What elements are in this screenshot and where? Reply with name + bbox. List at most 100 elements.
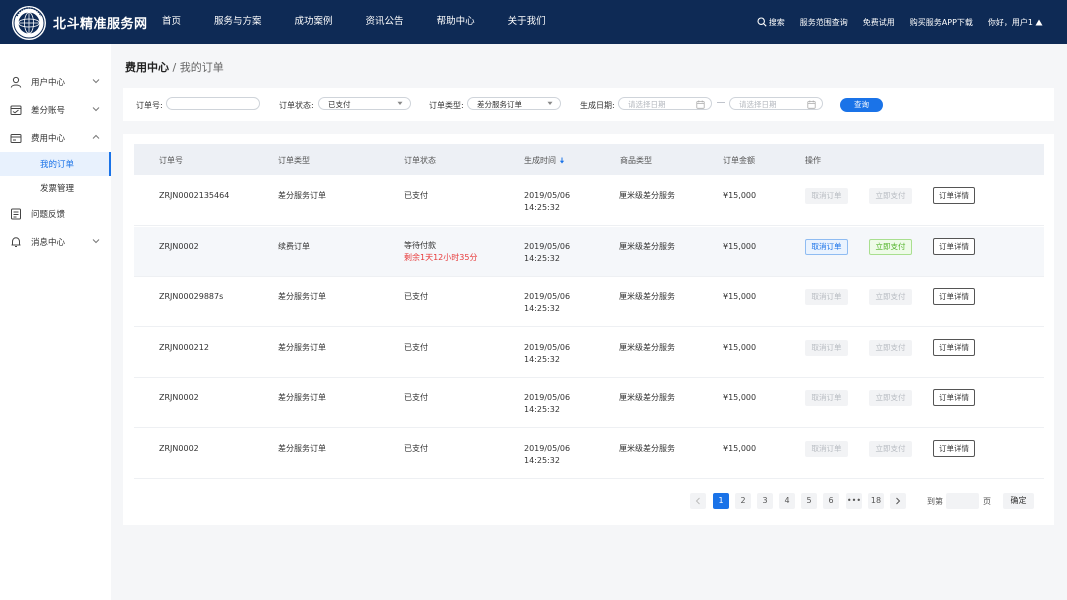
order-status-text: 已支付 (404, 393, 428, 402)
sidebar-item-fee-center[interactable]: 费用中心 (0, 124, 111, 152)
cell-order-type: 续费订单 (278, 241, 310, 251)
order-no-label: 订单号: (136, 101, 163, 110)
cell-amount: ¥15,000 (723, 393, 757, 402)
app-download-link[interactable]: 购买服务APP下载 (910, 17, 973, 28)
user-menu[interactable]: 你好，用户1 (988, 17, 1045, 28)
sidebar-item-message-center[interactable]: 消息中心 (0, 228, 111, 256)
sidebar-item-diff-account[interactable]: 差分账号 (0, 96, 111, 124)
page-button[interactable]: 5 (801, 493, 817, 509)
header-actions: 搜索 服务范围查询 免费试用 购买服务APP下载 你好，用户1 (742, 0, 1045, 44)
cell-product-type: 厘米级差分服务 (619, 342, 675, 352)
goto-page-input[interactable] (946, 493, 979, 509)
service-query-link[interactable]: 服务范围查询 (800, 17, 848, 28)
pay-now-button[interactable]: 立即支付 (869, 390, 912, 406)
cancel-order-button[interactable]: 取消订单 (805, 188, 848, 204)
header-order-status: 订单状态 (404, 156, 436, 165)
nav-help[interactable]: 帮助中心 (425, 0, 487, 44)
cell-order-status: 已支付 (404, 392, 428, 404)
nav-home[interactable]: 首页 (150, 0, 193, 44)
goto-confirm-button[interactable]: 确定 (1003, 493, 1034, 509)
cell-order-status: 已支付 (404, 342, 428, 354)
header-order-no: 订单号 (159, 156, 183, 165)
start-date-placeholder: 请选择日期 (628, 100, 666, 109)
order-detail-button[interactable]: 订单详情 (933, 237, 975, 255)
free-trial-link[interactable]: 免费试用 (863, 17, 895, 28)
sidebar-item-feedback[interactable]: 问题反馈 (0, 200, 111, 228)
query-button[interactable]: 查询 (840, 98, 883, 112)
nav-cases[interactable]: 成功案例 (283, 0, 345, 44)
cell-created-time: 2019/05/06 14:25:32 (524, 241, 570, 265)
order-detail-button[interactable]: 订单详情 (933, 338, 975, 356)
order-detail-button[interactable]: 订单详情 (933, 187, 975, 204)
order-status-text: 已支付 (404, 191, 428, 200)
prev-page-button[interactable] (690, 493, 706, 509)
page-button[interactable]: 2 (735, 493, 751, 509)
pay-now-button[interactable]: 立即支付 (869, 188, 912, 204)
cell-order-type: 差分服务订单 (278, 191, 326, 200)
pay-now-button[interactable]: 立即支付 (869, 289, 912, 305)
cell-order-status: 已支付 (404, 443, 428, 455)
sidebar-subitem-my-orders[interactable]: 我的订单 (0, 152, 111, 176)
pay-now-button[interactable]: 立即支付 (869, 440, 912, 457)
page-ellipsis[interactable]: ••• (846, 493, 862, 509)
table-row: ZRJN0002 差分服务订单 已支付 2019/05/06 14:25:32 厘米级差分… (134, 429, 1044, 479)
end-date-input[interactable]: 请选择日期 (729, 97, 823, 110)
cancel-order-button[interactable]: 取消订单 (805, 339, 848, 356)
orders-table-panel: 订单号 订单类型 订单状态 生成时间 商品类型 订单金额 操作 ZRJN0002… (123, 134, 1054, 525)
nav-about[interactable]: 关于我们 (496, 0, 558, 44)
created-time: 14:25:32 (524, 203, 560, 212)
nav-services[interactable]: 服务与方案 (202, 0, 274, 44)
order-detail-button[interactable]: 订单详情 (933, 288, 975, 305)
cell-created-time: 2019/05/06 14:25:32 (524, 190, 570, 214)
cancel-order-button[interactable]: 取消订单 (805, 289, 848, 305)
page-button[interactable]: 3 (757, 493, 773, 509)
sidebar-item-user-center[interactable]: 用户中心 (0, 68, 111, 96)
table-row: ZRJN0002 差分服务订单 已支付 2019/05/06 14:25:32 厘米级差分… (134, 378, 1044, 428)
sidebar-item-label: 消息中心 (31, 238, 66, 248)
order-type-label: 订单类型: (429, 101, 464, 110)
pay-now-button[interactable]: 立即支付 (869, 339, 912, 356)
page-button[interactable]: 18 (868, 493, 884, 509)
next-page-button[interactable] (890, 493, 906, 509)
order-detail-button[interactable]: 订单详情 (933, 389, 975, 406)
page-button[interactable]: 6 (823, 493, 839, 509)
page-button[interactable]: 1 (713, 493, 729, 509)
start-date-input[interactable]: 请选择日期 (618, 97, 712, 110)
header-created-time[interactable]: 生成时间 (524, 155, 565, 166)
order-type-value: 差分服务订单 (477, 100, 522, 109)
pay-now-button[interactable]: 立即支付 (869, 238, 912, 255)
cell-amount: ¥15,000 (723, 342, 757, 352)
order-detail-button[interactable]: 订单详情 (933, 439, 975, 457)
page-unit-label: 页 (983, 497, 991, 506)
created-time: 14:25:32 (524, 405, 560, 414)
table-row: ZRJN00029887s 差分服务订单 已支付 2019/05/06 14:25:32… (134, 277, 1044, 327)
cancel-order-button[interactable]: 取消订单 (805, 238, 848, 255)
wallet-icon (10, 132, 22, 144)
order-no-input[interactable] (166, 97, 260, 110)
cell-order-status: 已支付 (404, 190, 428, 202)
cell-order-status: 已支付 (404, 291, 428, 303)
page-button[interactable]: 4 (779, 493, 795, 509)
sidebar-subitem-invoice[interactable]: 发票管理 (0, 176, 111, 200)
globe-logo-icon (13, 7, 45, 39)
nav-news[interactable]: 资讯公告 (354, 0, 416, 44)
table-row: ZRJN0002 续费订单 等待付款 剩余1天12小时35分 2019/05/06 14:… (134, 226, 1044, 277)
order-type-select[interactable]: 差分服务订单 (467, 97, 561, 110)
table-row: ZRJN000212 差分服务订单 已支付 2019/05/06 14:25:32 厘米级… (134, 328, 1044, 378)
created-time: 14:25:32 (524, 304, 560, 313)
main-nav: 首页 服务与方案 成功案例 资讯公告 帮助中心 关于我们 (150, 0, 567, 44)
table-header: 订单号 订单类型 订单状态 生成时间 商品类型 订单金额 操作 (134, 144, 1044, 175)
header-amount: 订单金额 (723, 156, 755, 165)
cancel-order-button[interactable]: 取消订单 (805, 390, 848, 406)
breadcrumb-parent[interactable]: 费用中心 (125, 61, 169, 74)
order-status-select[interactable]: 已支付 (318, 97, 411, 110)
site-logo[interactable] (12, 6, 46, 40)
cancel-order-button[interactable]: 取消订单 (805, 440, 848, 457)
sort-arrow-icon[interactable] (559, 157, 565, 164)
search-link[interactable]: 搜索 (757, 17, 785, 28)
chevron-down-icon (92, 107, 100, 112)
top-header: 北斗精准服务网 首页 服务与方案 成功案例 资讯公告 帮助中心 关于我们 搜索 … (0, 0, 1067, 44)
cell-order-type: 差分服务订单 (278, 342, 326, 352)
cell-created-time: 2019/05/06 14:25:32 (524, 443, 570, 467)
created-date: 2019/05/06 (524, 443, 571, 453)
